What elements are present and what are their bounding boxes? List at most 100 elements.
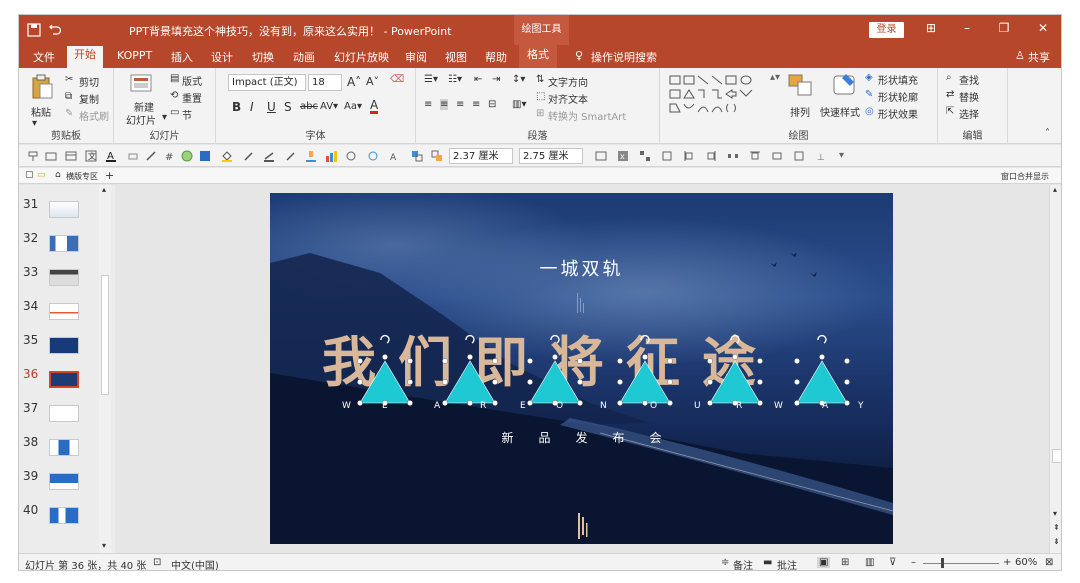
tab-file[interactable]: 文件 (33, 49, 55, 65)
login-button[interactable]: 登录 (869, 22, 904, 38)
scroll-down-icon[interactable]: ▾ (102, 541, 106, 550)
format-painter-button[interactable]: 格式刷 (79, 108, 109, 123)
align-left-icon[interactable]: ≡ (424, 99, 432, 110)
tell-me-search[interactable]: 操作说明搜索 (591, 49, 657, 65)
slide-tagline[interactable]: 新品发布会 (270, 429, 893, 446)
find-button[interactable]: 查找 (959, 72, 979, 87)
notes-button[interactable]: 备注 (733, 557, 753, 570)
slideshow-view-icon[interactable]: ⊽ (889, 557, 896, 568)
shrink-font-icon[interactable]: A˅ (366, 75, 379, 88)
increase-indent-icon[interactable]: ⇥ (492, 74, 500, 85)
strikethrough-icon[interactable]: abc (300, 101, 318, 112)
tab-view[interactable]: 视图 (445, 49, 467, 65)
textbox-icon[interactable]: 文 (85, 150, 97, 162)
shape-width-field[interactable]: 2.37 厘米 (449, 148, 513, 164)
line-spacing-icon[interactable]: ↕▾ (512, 74, 525, 85)
convert-smartart-button[interactable]: 转换为 SmartArt (548, 108, 626, 123)
grid-icon[interactable] (639, 150, 651, 162)
select-button[interactable]: 选择 (959, 106, 979, 121)
next-slide-icon[interactable]: ⇟ (1053, 537, 1060, 546)
pen-icon[interactable] (145, 150, 157, 162)
triangle-shapes-selection[interactable] (270, 193, 893, 544)
reading-view-icon[interactable]: ▥ (865, 557, 874, 568)
qat-customize-icon[interactable]: ▾ (839, 150, 844, 161)
canvas-scroll-up-icon[interactable]: ▴ (1053, 185, 1057, 194)
align-shapes-icon[interactable] (595, 150, 607, 162)
line-color-icon[interactable] (263, 150, 275, 162)
thumbnail-scrollbar[interactable]: ▴ ▾ (99, 185, 111, 553)
layout-button[interactable]: 版式 (182, 73, 202, 88)
tab-help[interactable]: 帮助 (485, 49, 507, 65)
change-case-icon[interactable]: Aa▾ (344, 101, 362, 112)
fill-bucket-icon[interactable] (221, 150, 233, 162)
arrange-button[interactable]: 排列 (790, 104, 810, 119)
tab-transitions[interactable]: 切换 (252, 49, 274, 65)
canvas-scroll-thumb[interactable] (1052, 449, 1061, 463)
shapes-gallery-icon[interactable] (668, 74, 768, 116)
copy-button[interactable]: 复制 (79, 91, 99, 106)
format-painter-icon[interactable] (27, 150, 39, 162)
canvas-scrollbar[interactable]: ▴ ▾ ⇞ ⇟ (1049, 185, 1061, 553)
chart-icon[interactable] (325, 150, 337, 162)
text-effects-icon[interactable]: A (389, 150, 401, 162)
canvas-scroll-down-icon[interactable]: ▾ (1053, 509, 1057, 518)
distribute-icon[interactable]: ⊟ (488, 99, 496, 110)
tab-insert[interactable]: 插入 (171, 49, 193, 65)
comments-button[interactable]: 批注 (777, 557, 797, 570)
sorter-view-icon[interactable]: ⊞ (841, 557, 849, 568)
reset-button[interactable]: 重置 (182, 90, 202, 105)
replace-button[interactable]: 替换 (959, 89, 979, 104)
rotate-icon[interactable] (793, 150, 805, 162)
collapse-ribbon-icon[interactable]: ˄ (1045, 128, 1050, 139)
columns-icon[interactable]: ▥▾ (512, 99, 526, 110)
merge-window-button[interactable]: 窗口合并显示 (1001, 171, 1049, 182)
undo-icon[interactable] (49, 24, 61, 36)
italic-icon[interactable]: I (250, 100, 254, 114)
bring-forward-icon[interactable] (411, 150, 423, 162)
font-name-select[interactable]: Impact (正文) (228, 74, 306, 91)
paste-icon[interactable] (31, 74, 53, 100)
align-top-icon[interactable] (749, 150, 761, 162)
insert-icon[interactable] (45, 150, 57, 162)
align-left-small-icon[interactable] (683, 150, 695, 162)
bold-icon[interactable]: B (232, 100, 241, 114)
doc-icon[interactable]: ▢ (25, 170, 34, 180)
new-slide-icon[interactable] (130, 74, 152, 94)
new-tab-icon[interactable]: + (105, 169, 114, 182)
group-icon[interactable]: x (617, 150, 629, 162)
scroll-up-icon[interactable]: ▴ (102, 185, 106, 194)
font-size-select[interactable]: 18 (308, 74, 342, 91)
align-right-small-icon[interactable] (705, 150, 717, 162)
grow-font-icon[interactable]: A˄ (347, 75, 361, 89)
spellcheck-icon[interactable]: ⊡ (153, 557, 161, 568)
brush-color-icon[interactable] (305, 150, 317, 162)
quick-styles-button[interactable]: 快速样式 (820, 104, 860, 119)
distribute-small-icon[interactable] (727, 150, 739, 162)
tab-slideshow[interactable]: 幻灯片放映 (334, 49, 389, 65)
decrease-indent-icon[interactable]: ⇤ (474, 74, 482, 85)
save-icon[interactable] (27, 23, 41, 37)
doc-tab[interactable]: 横版专区 (66, 171, 98, 182)
current-slide[interactable]: 一城双轨 我们即将征途 W E A R E O N O U R W A Y 新品… (270, 193, 893, 544)
new-slide-dropdown-icon[interactable]: ▾ (162, 112, 167, 123)
align-center-icon[interactable]: ≡ (440, 99, 449, 110)
align-middle-icon[interactable] (771, 150, 783, 162)
align-text-button[interactable]: 对齐文本 (548, 91, 588, 106)
shape-outline-small-icon[interactable] (345, 150, 357, 162)
shape-effects-button[interactable]: 形状效果 (878, 106, 918, 121)
minimize-icon[interactable]: – (957, 21, 977, 35)
eraser-icon[interactable] (127, 150, 139, 162)
tab-review[interactable]: 审阅 (405, 49, 427, 65)
tab-koppt[interactable]: KOPPT (117, 49, 152, 62)
numbering-icon[interactable]: ☷▾ (448, 74, 462, 85)
folder-icon[interactable]: ▭ (37, 170, 46, 180)
language-indicator[interactable]: 中文(中国) (171, 557, 219, 570)
zoom-slider[interactable] (923, 563, 999, 564)
tab-design[interactable]: 设计 (211, 49, 233, 65)
char-spacing-icon[interactable]: AV▾ (320, 101, 338, 112)
font-color-icon[interactable]: A (370, 99, 379, 114)
circle-shape-icon[interactable] (181, 150, 193, 162)
prev-slide-icon[interactable]: ⇞ (1053, 523, 1060, 532)
shadow-icon[interactable]: S (284, 100, 292, 114)
quick-styles-icon[interactable] (832, 72, 858, 100)
